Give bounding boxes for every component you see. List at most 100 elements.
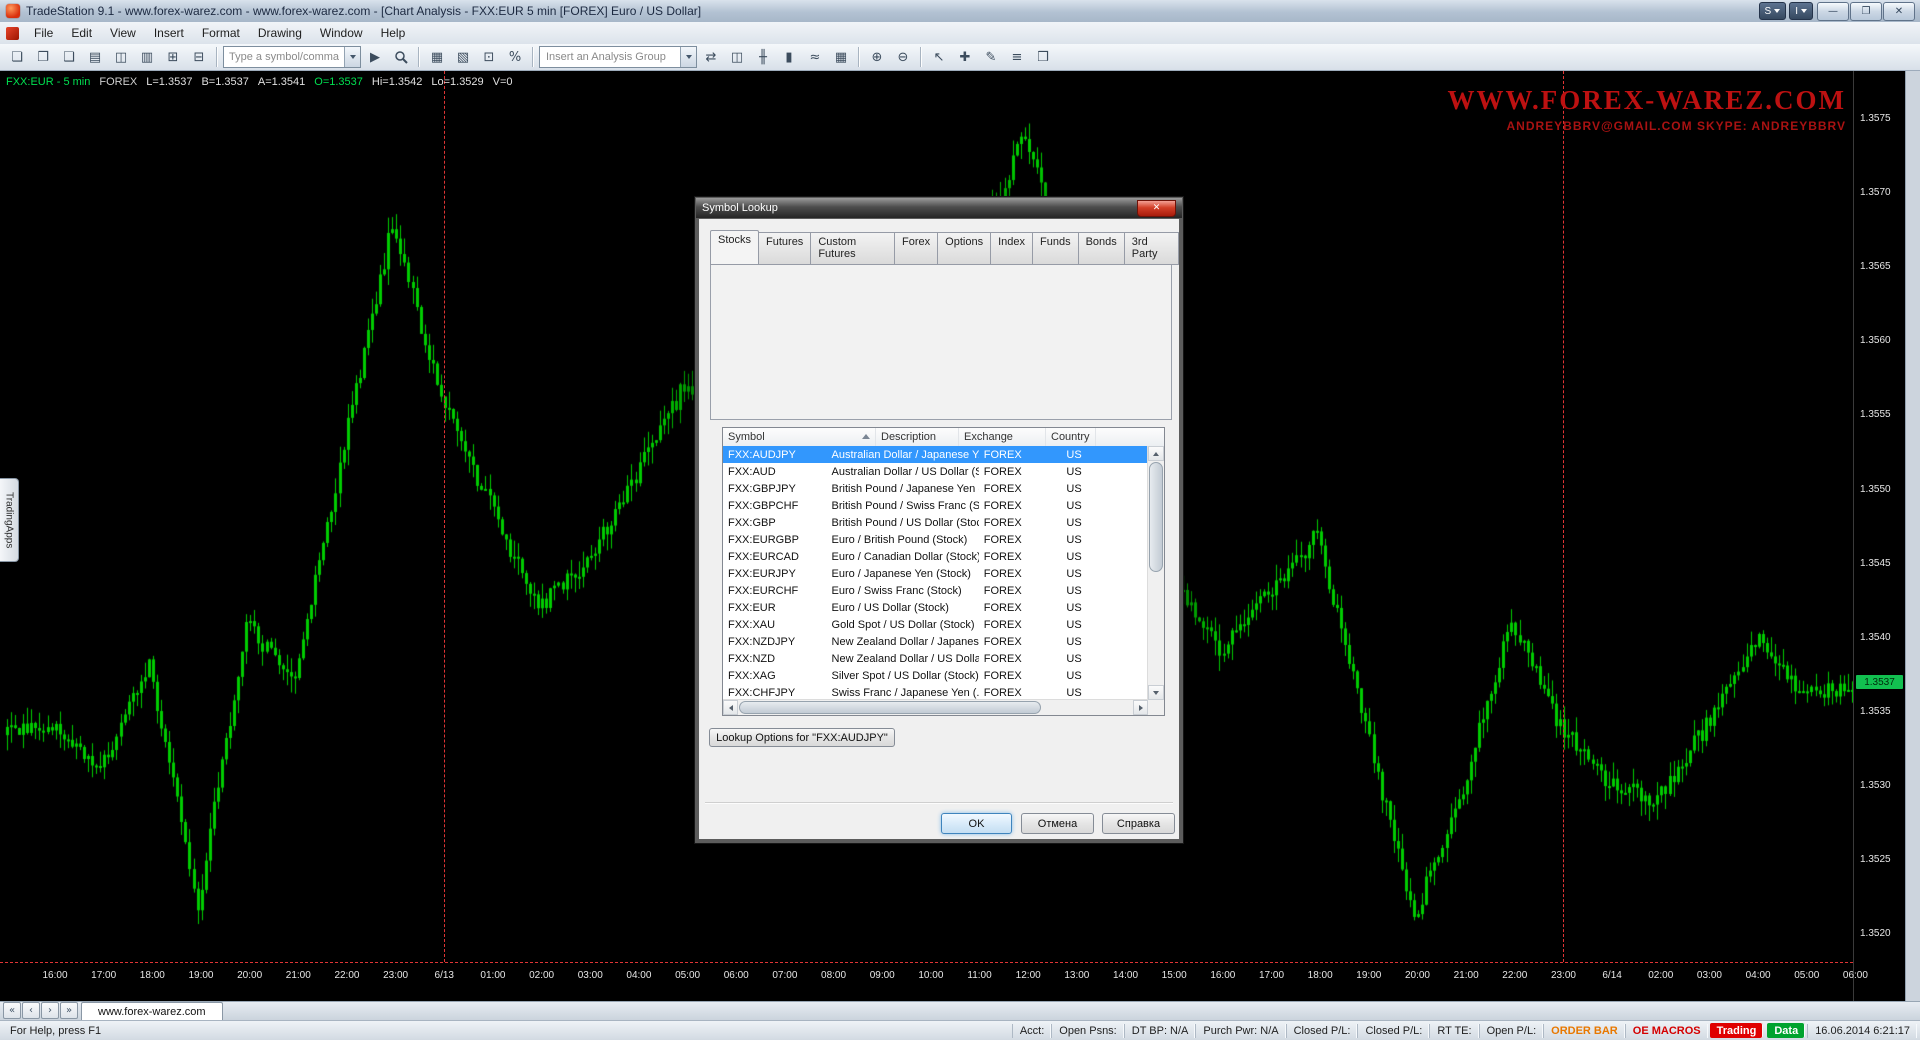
- status-segment[interactable]: OE MACROS: [1625, 1024, 1708, 1038]
- line-style-icon[interactable]: ≈: [803, 46, 827, 68]
- symbol-row[interactable]: FXX:AUDJPY Australian Dollar / Japanese …: [723, 446, 1148, 463]
- menu-item[interactable]: File: [25, 23, 62, 43]
- save-workspace-icon[interactable]: ❑: [57, 46, 81, 68]
- dialog-tab[interactable]: 3rd Party: [1125, 232, 1179, 265]
- titlebar-s-button[interactable]: S: [1759, 2, 1787, 20]
- first-workspace-button[interactable]: «: [3, 1002, 21, 1019]
- data-window-icon[interactable]: ▦: [425, 46, 449, 68]
- lookup-options-button[interactable]: Lookup Options for "FXX:AUDJPY": [709, 728, 895, 747]
- symbol-row[interactable]: FXX:EUR Euro / US Dollar (Stock) FOREX U…: [723, 599, 1148, 616]
- symbol-row[interactable]: FXX:GBPJPY British Pound / Japanese Yen …: [723, 480, 1148, 497]
- price-axis[interactable]: 1.35751.35701.35651.35601.35551.35501.35…: [1853, 71, 1906, 1001]
- ok-button[interactable]: OK: [941, 813, 1012, 834]
- dialog-tab[interactable]: Custom Futures: [811, 232, 895, 265]
- scroll-up-button[interactable]: [1148, 446, 1164, 461]
- symbol-row[interactable]: FXX:NZD New Zealand Dollar / US Dolla...…: [723, 650, 1148, 667]
- window-switch-icon[interactable]: ❒: [1031, 46, 1055, 68]
- chevron-down-icon[interactable]: [680, 47, 696, 67]
- matrix-window-icon[interactable]: ⊡: [477, 46, 501, 68]
- print-icon[interactable]: ▤: [83, 46, 107, 68]
- menu-logo-icon: [6, 27, 19, 40]
- studies-icon[interactable]: ≡: [1005, 46, 1029, 68]
- symbol-row[interactable]: FXX:XAG Silver Spot / US Dollar (Stock) …: [723, 667, 1148, 684]
- help-button[interactable]: Справка: [1102, 813, 1175, 834]
- symbol-row[interactable]: FXX:EURCHF Euro / Swiss Franc (Stock) FO…: [723, 582, 1148, 599]
- symbol-row[interactable]: FXX:AUD Australian Dollar / US Dollar (S…: [723, 463, 1148, 480]
- scroll-down-button[interactable]: [1148, 685, 1164, 700]
- column-header[interactable]: Symbol: [723, 428, 876, 446]
- candlestick-style-icon[interactable]: ▮: [777, 46, 801, 68]
- dialog-tab[interactable]: Funds: [1033, 232, 1079, 265]
- quote-board-icon[interactable]: ▧: [451, 46, 475, 68]
- page-setup-icon[interactable]: ▥: [135, 46, 159, 68]
- open-workspace-icon[interactable]: ❐: [31, 46, 55, 68]
- horizontal-scrollbar[interactable]: [723, 699, 1148, 715]
- symbol-row[interactable]: FXX:GBPCHF British Pound / Swiss Franc (…: [723, 497, 1148, 514]
- menu-item[interactable]: Insert: [145, 23, 193, 43]
- scrollbar-thumb[interactable]: [739, 701, 1041, 714]
- menu-item[interactable]: Help: [372, 23, 415, 43]
- column-header[interactable]: Exchange: [959, 428, 1046, 446]
- vertical-scrollbar[interactable]: [1147, 446, 1164, 700]
- menu-item[interactable]: Drawing: [249, 23, 311, 43]
- dialog-tab[interactable]: Stocks: [710, 230, 759, 265]
- zoom-out-icon[interactable]: ⊖: [891, 46, 915, 68]
- symbol-row[interactable]: FXX:EURJPY Euro / Japanese Yen (Stock) F…: [723, 565, 1148, 582]
- dialog-tab[interactable]: Options: [938, 232, 991, 265]
- minimize-button[interactable]: —: [1817, 2, 1849, 21]
- symbol-row[interactable]: FXX:EURGBP Euro / British Pound (Stock) …: [723, 531, 1148, 548]
- menu-item[interactable]: Format: [193, 23, 249, 43]
- status-segment[interactable]: ORDER BAR: [1543, 1024, 1625, 1038]
- next-workspace-button[interactable]: ›: [41, 1002, 59, 1019]
- pointer-icon[interactable]: ↖: [927, 46, 951, 68]
- status-segment[interactable]: Trading: [1710, 1023, 1764, 1038]
- status-help-text: For Help, press F1: [0, 1025, 111, 1037]
- new-workspace-icon[interactable]: ❏: [5, 46, 29, 68]
- crosshair-icon[interactable]: ✚: [953, 46, 977, 68]
- print-preview-icon[interactable]: ◫: [109, 46, 133, 68]
- scroll-right-button[interactable]: [1133, 700, 1148, 715]
- dialog-close-button[interactable]: ✕: [1137, 200, 1176, 217]
- symbol-row[interactable]: FXX:GBP British Pound / US Dollar (Stock…: [723, 514, 1148, 531]
- analysis-group-value[interactable]: Insert an Analysis Group: [540, 47, 680, 67]
- symbol-go-button[interactable]: ▶: [363, 46, 387, 68]
- menu-item[interactable]: Window: [311, 23, 372, 43]
- zoom-in-icon[interactable]: ⊕: [865, 46, 889, 68]
- format-window-icon[interactable]: ◫: [725, 46, 749, 68]
- scroll-left-button[interactable]: [723, 700, 738, 715]
- chart-grid-icon[interactable]: ▦: [829, 46, 853, 68]
- symbol-lookup-icon[interactable]: [389, 46, 413, 68]
- insert-analysis-icon[interactable]: ⇄: [699, 46, 723, 68]
- chart-scrollbar[interactable]: [1905, 71, 1920, 1001]
- symbol-row[interactable]: FXX:EURCAD Euro / Canadian Dollar (Stock…: [723, 548, 1148, 565]
- last-workspace-button[interactable]: »: [60, 1002, 78, 1019]
- symbol-row[interactable]: FXX:CHFJPY Swiss Franc / Japanese Yen (.…: [723, 684, 1148, 700]
- prev-workspace-button[interactable]: ‹: [22, 1002, 40, 1019]
- ohlc-bar-style-icon[interactable]: ╫: [751, 46, 775, 68]
- symbol-command-input[interactable]: [224, 47, 344, 67]
- dialog-tab[interactable]: Index: [991, 232, 1033, 265]
- column-header[interactable]: Description: [876, 428, 959, 446]
- symbol-row[interactable]: FXX:XAU Gold Spot / US Dollar (Stock) FO…: [723, 616, 1148, 633]
- dialog-tab[interactable]: Forex: [895, 232, 938, 265]
- chevron-down-icon[interactable]: [344, 47, 360, 67]
- shortcut-bar-icon[interactable]: ⊟: [187, 46, 211, 68]
- close-button[interactable]: ✕: [1883, 2, 1915, 21]
- drawing-tools-icon[interactable]: ✎: [979, 46, 1003, 68]
- status-segment[interactable]: Data: [1767, 1023, 1805, 1038]
- percent-change-icon[interactable]: %: [503, 46, 527, 68]
- trading-apps-tab[interactable]: TradingApps: [0, 478, 19, 562]
- order-bar-icon[interactable]: ⊞: [161, 46, 185, 68]
- dialog-tab[interactable]: Bonds: [1079, 232, 1125, 265]
- menu-item[interactable]: Edit: [62, 23, 101, 43]
- workspace-tab-active[interactable]: www.forex-warez.com: [81, 1002, 223, 1020]
- scrollbar-thumb[interactable]: [1149, 462, 1163, 572]
- dialog-tab[interactable]: Futures: [759, 232, 811, 265]
- column-header[interactable]: Country: [1046, 428, 1096, 446]
- cancel-button[interactable]: Отмена: [1021, 813, 1094, 834]
- titlebar-i-button[interactable]: I: [1789, 2, 1813, 20]
- maximize-button[interactable]: ❐: [1850, 2, 1882, 21]
- symbol-row[interactable]: FXX:NZDJPY New Zealand Dollar / Japanes.…: [723, 633, 1148, 650]
- menu-item[interactable]: View: [101, 23, 145, 43]
- price-axis-label: 1.3555: [1860, 409, 1891, 420]
